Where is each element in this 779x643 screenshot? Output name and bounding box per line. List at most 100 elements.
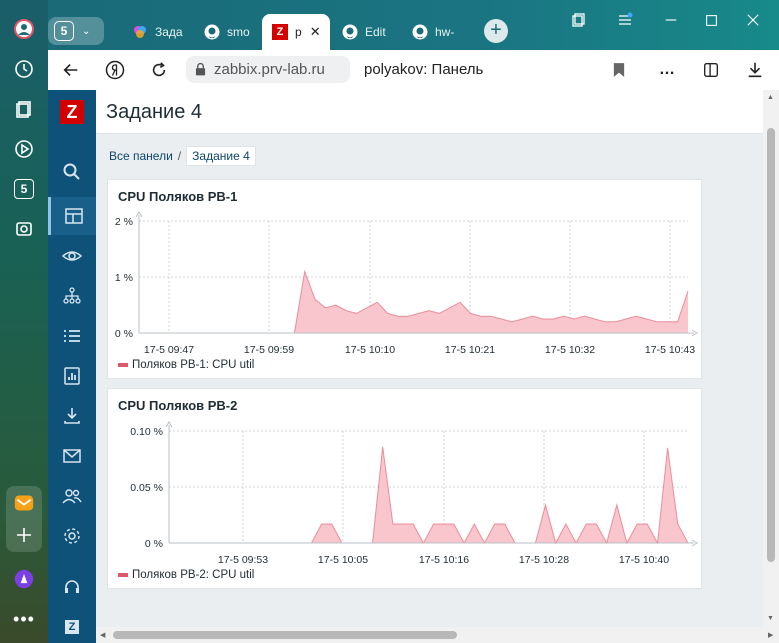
vertical-scrollbar[interactable]: ▲ ▼ (763, 90, 779, 627)
x-tick-label: 17-5 10:05 (318, 554, 368, 566)
github-icon (412, 24, 428, 40)
tab-bar: 5 ⌄ Зада smo Z p ✕ Edit hw- + (48, 0, 779, 50)
tab-4[interactable]: Edit (340, 14, 402, 50)
url-text: zabbix.prv-lab.ru (214, 61, 325, 78)
reports-icon[interactable] (48, 357, 96, 395)
x-tick-label: 17-5 09:59 (244, 344, 294, 356)
graph-widget-2[interactable]: CPU Поляков РВ-2 0.10 % 0.05 % 0 % 17-5 09:… (107, 388, 702, 589)
breadcrumb-current[interactable]: Задание 4 (186, 146, 256, 166)
chart-legend: Поляков РВ-1: CPU util (118, 359, 254, 371)
list-icon[interactable] (48, 317, 96, 355)
more-menu-icon[interactable]: … (654, 57, 680, 83)
dashboard-header: Задание 4 (96, 90, 763, 134)
side-badge-icon[interactable]: 5 (9, 174, 39, 204)
x-tick-label: 17-5 10:43 (645, 344, 695, 356)
download-icon[interactable] (742, 57, 768, 83)
page-title-in-address-bar: polyakov: Панель (364, 61, 484, 78)
horizontal-scroll-thumb[interactable] (113, 631, 457, 639)
settings-gear-icon[interactable] (48, 517, 96, 555)
horizontal-scrollbar[interactable]: ◀ ▶ (96, 627, 779, 643)
y-tick-label: 0 % (145, 538, 163, 550)
tab-label: smo (227, 25, 250, 39)
add-app-icon[interactable] (9, 520, 39, 550)
y-tick-label: 0 % (115, 328, 133, 340)
x-tick-label: 17-5 10:40 (619, 554, 669, 566)
monitoring-eye-icon[interactable] (48, 237, 96, 275)
legend-swatch (118, 573, 128, 577)
tab-manager-icon[interactable] (564, 8, 594, 32)
tab-5[interactable]: hw- (412, 14, 474, 50)
users-icon[interactable] (48, 477, 96, 515)
new-tab-button[interactable]: + (484, 19, 508, 43)
tab-group-button[interactable]: 5 ⌄ (48, 17, 104, 45)
y-tick-label: 2 % (115, 216, 133, 228)
x-tick-label: 17-5 09:53 (218, 554, 268, 566)
reader-mode-icon[interactable] (698, 57, 724, 83)
x-tick-label: 17-5 10:10 (345, 344, 395, 356)
tab-group-badge: 5 (54, 21, 74, 41)
bookmark-icon[interactable] (606, 57, 632, 83)
dashboard-icon[interactable] (48, 197, 96, 235)
y-tick-label: 0.05 % (130, 482, 163, 494)
address-bar: zabbix.prv-lab.ru polyakov: Панель … (48, 50, 779, 90)
mail-app-icon[interactable] (9, 488, 39, 518)
tab-label: Зада (155, 25, 183, 39)
close-window-icon[interactable] (738, 8, 768, 32)
vertical-scroll-thumb[interactable] (767, 128, 775, 562)
y-tick-label: 1 % (115, 272, 133, 284)
profile-avatar-icon[interactable] (9, 14, 39, 44)
menu-icon[interactable] (610, 8, 640, 32)
minimize-icon[interactable] (656, 8, 686, 32)
legend-label: Поляков РВ-2: CPU util (132, 569, 255, 581)
tab-1[interactable]: Зада (124, 14, 186, 50)
dashboard-title: Задание 4 (106, 101, 203, 123)
legend-label: Поляков РВ-1: CPU util (132, 359, 255, 371)
scroll-left-arrow-icon[interactable]: ◀ (100, 631, 105, 639)
scroll-down-arrow-icon[interactable]: ▼ (767, 615, 774, 622)
support-headset-icon[interactable] (48, 568, 96, 606)
reload-icon[interactable] (146, 57, 172, 83)
scroll-right-arrow-icon[interactable]: ▶ (768, 631, 773, 639)
yandex-logo-icon[interactable] (102, 57, 128, 83)
scroll-up-arrow-icon[interactable]: ▲ (767, 94, 774, 101)
x-tick-label: 17-5 10:21 (445, 344, 495, 356)
zabbix-sidebar: Z Z (48, 90, 96, 643)
tab-label: hw- (435, 25, 455, 39)
zabbix-logo[interactable]: Z (60, 100, 84, 124)
breadcrumb: Все панели / Задание 4 (109, 146, 256, 166)
maximize-icon[interactable] (696, 8, 726, 32)
browser-side-panel: 5 ••• (0, 0, 48, 643)
alice-assistant-icon[interactable] (9, 564, 39, 594)
x-tick-label: 17-5 09:47 (144, 344, 194, 356)
x-tick-label: 17-5 10:32 (545, 344, 595, 356)
graph-widget-1[interactable]: CPU Поляков РВ-1 2 % 1 % 0 % 17-5 09:47 17-5… (107, 179, 702, 379)
screenshot-icon[interactable] (9, 214, 39, 244)
collections-icon[interactable] (9, 94, 39, 124)
breadcrumb-separator: / (177, 149, 182, 163)
cpu-chart-2: 0.10 % 0.05 % 0 % 17-5 09:53 17-5 10:05 17-5 … (130, 421, 698, 566)
search-icon[interactable] (48, 153, 96, 191)
data-collection-icon[interactable] (48, 397, 96, 435)
chevron-down-icon: ⌄ (82, 25, 91, 37)
lock-icon (195, 62, 206, 80)
more-options-icon[interactable]: ••• (9, 604, 39, 634)
colorful-app-icon (132, 24, 148, 40)
legend-swatch (118, 363, 128, 367)
tab-3-active[interactable]: Z p ✕ (262, 14, 330, 50)
zabbix-footer-logo[interactable]: Z (48, 608, 96, 643)
network-topology-icon[interactable] (48, 277, 96, 315)
alerts-envelope-icon[interactable] (48, 437, 96, 475)
series-area (139, 271, 688, 333)
github-icon (204, 24, 220, 40)
tab-2[interactable]: smo (196, 14, 258, 50)
x-tick-label: 17-5 10:28 (519, 554, 569, 566)
chart-legend: Поляков РВ-2: CPU util (118, 569, 254, 581)
back-arrow-icon[interactable] (58, 57, 84, 83)
history-icon[interactable] (9, 54, 39, 84)
tab-label: Edit (365, 25, 386, 39)
video-play-icon[interactable] (9, 134, 39, 164)
close-tab-icon[interactable]: ✕ (310, 24, 321, 40)
url-input[interactable]: zabbix.prv-lab.ru (186, 56, 350, 83)
breadcrumb-all-dashboards[interactable]: Все панели (109, 149, 173, 163)
zabbix-icon: Z (272, 24, 288, 40)
